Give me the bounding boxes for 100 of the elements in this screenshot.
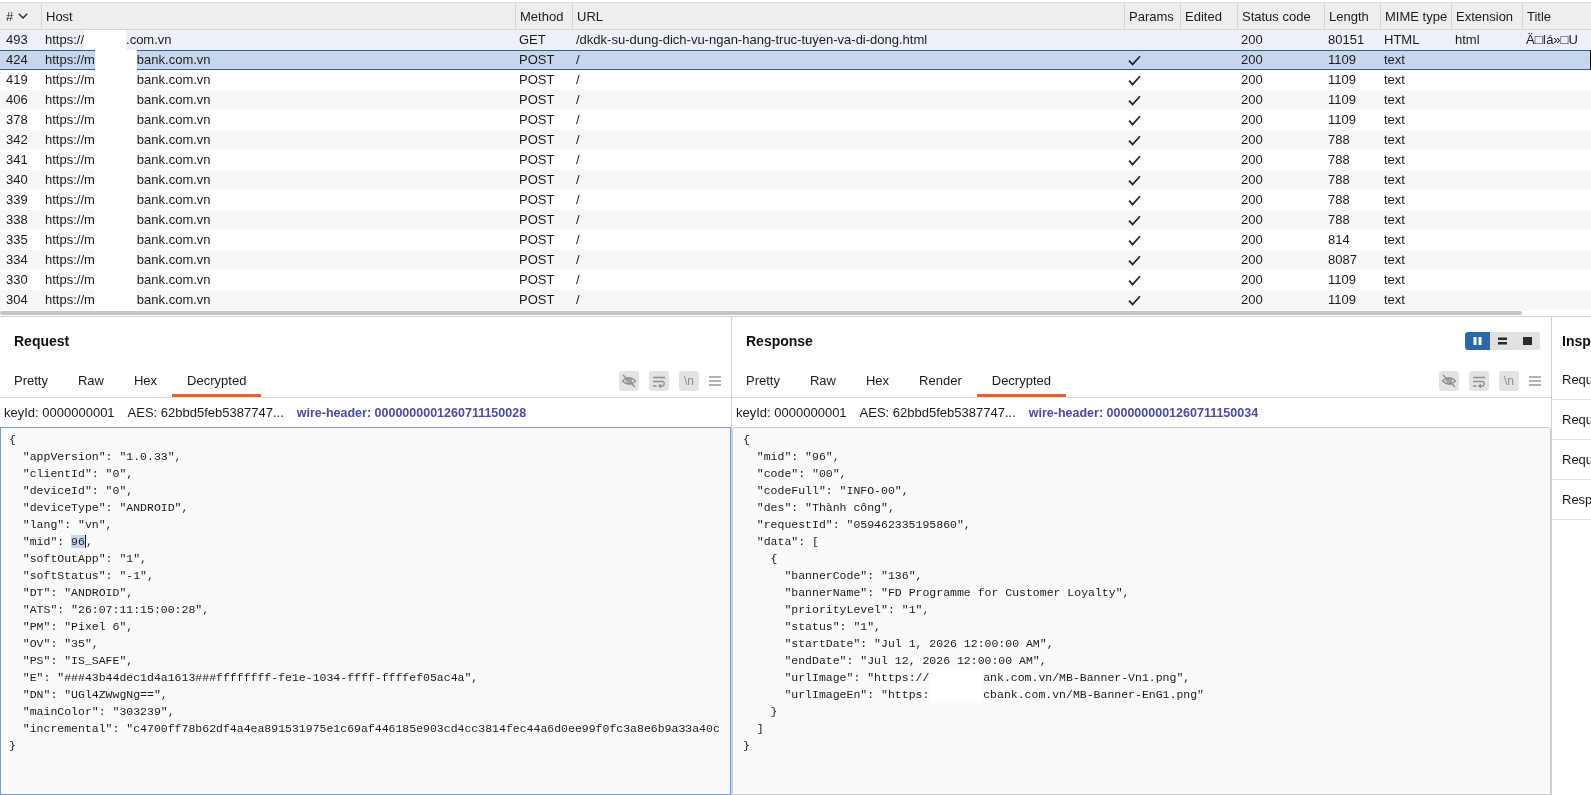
table-cell-text: 342 [5, 131, 29, 149]
code-line: "bannerName": "FD Programme for Customer Loyalty", [784, 586, 1130, 599]
code-line: "OV": "35", [22, 637, 99, 650]
code-line: "softStatus": "-1", [22, 569, 154, 582]
code-line: } [770, 705, 778, 718]
split-rows-icon[interactable] [1490, 331, 1515, 350]
tab[interactable]: Pretty [0, 364, 63, 397]
table-cell-text: GET [518, 31, 547, 49]
table-cell-text: POST [518, 211, 556, 229]
table-cell-text: text [1383, 71, 1406, 89]
eye-slash-icon[interactable] [619, 370, 639, 391]
code-line: "deviceType": "ANDROID", [22, 501, 189, 514]
menu-icon[interactable] [709, 374, 721, 387]
tab[interactable]: Raw [62, 364, 119, 397]
table-cell-text: 330 [5, 271, 29, 289]
table-cell-text: 406 [5, 91, 29, 109]
table-cell-text: / [575, 231, 581, 249]
code-line: { [770, 552, 778, 565]
table-cell-text: POST [518, 131, 556, 149]
table-row[interactable]: 342 https://m bank.com.vn POST / 200 788 text [0, 130, 1591, 150]
table-cell-text: POST [518, 271, 556, 289]
code-line: "appVersion": "1.0.33", [22, 450, 182, 463]
chevron-down-icon[interactable] [18, 13, 29, 19]
column-header[interactable]: MIME type [1385, 8, 1448, 24]
table-cell-text: 1109 [1327, 271, 1357, 289]
table-row[interactable]: 493 https:// .com.vn GET /dkdk-su-dung-dich-vu-ngan-hang-truc-tuyen-va-di-dong.html 200 80151 HTML html Ä□Iá»□U [0, 30, 1591, 50]
table-cell-text: text [1383, 271, 1406, 289]
column-header[interactable]: URL [577, 8, 603, 24]
table-row[interactable]: 406 https://m bank.com.vn POST / 200 1109 text [0, 90, 1591, 110]
code-line: } [9, 739, 16, 752]
column-header[interactable]: # [6, 8, 14, 24]
tab[interactable]: Hex [119, 364, 173, 397]
table-cell-text: 339 [5, 191, 29, 209]
tab[interactable]: Pretty [732, 364, 795, 397]
table-cell-text: 378 [5, 111, 29, 129]
wrap-icon[interactable] [649, 370, 669, 391]
code-line: "bannerCode": "136", [784, 569, 923, 582]
code-line: "des": "Thành công", [756, 501, 895, 514]
table-cell-text: POST [518, 191, 556, 209]
table-cell-text: 1109 [1327, 51, 1357, 69]
inspector-section[interactable]: Resp [1552, 480, 1591, 520]
code-line: "requestId": "059462335195860", [756, 518, 971, 531]
split-columns-icon[interactable] [1465, 331, 1490, 350]
table-cell-text: text [1383, 191, 1406, 209]
host-cell: https://m bank.com.vn [41, 130, 515, 150]
column-header[interactable]: Status code [1242, 8, 1311, 24]
table-cell-text: 200 [1240, 91, 1264, 109]
scrollbar-thumb[interactable] [0, 311, 1522, 315]
column-header[interactable]: Edited [1185, 8, 1222, 24]
tab[interactable]: Decrypted [976, 364, 1066, 397]
table-cell-text: 788 [1327, 191, 1351, 209]
code-line: { [743, 433, 750, 446]
code-line: "ATS": "26:07:11:15:00:28", [22, 603, 210, 616]
table-cell-text: 200 [1240, 131, 1264, 149]
table-cell-text: / [575, 151, 581, 169]
code-line: "code": "00", [756, 467, 847, 480]
column-header[interactable]: Title [1527, 8, 1552, 24]
table-cell-text: 200 [1240, 51, 1264, 69]
column-header[interactable]: Length [1329, 8, 1369, 24]
table-cell-text: / [575, 211, 581, 229]
column-header[interactable]: Params [1129, 8, 1174, 24]
table-row[interactable]: 424 https://m bank.com.vn POST / 200 1109 text [0, 50, 1591, 70]
table-cell-text: 1109 [1327, 111, 1357, 129]
code-line: "lang": "vn", [22, 518, 113, 531]
table-cell-text: text [1383, 291, 1406, 309]
table-cell-text: 814 [1327, 231, 1351, 249]
code-editor[interactable] [732, 427, 1551, 795]
wrap-icon[interactable] [1469, 370, 1489, 391]
table-row[interactable]: 334 https://m bank.com.vn POST / 200 8087 text [0, 250, 1591, 270]
table-cell-text: 200 [1240, 171, 1264, 189]
code-line: "endDate": "Jul 12, 2026 12:00:00 AM", [784, 654, 1047, 667]
table-cell-text: POST [518, 151, 556, 169]
table-cell-text: / [575, 91, 581, 109]
tab[interactable]: Raw [794, 364, 851, 397]
table-cell-text: 419 [5, 71, 29, 89]
column-header[interactable]: Extension [1456, 8, 1514, 24]
host-cell: https://m bank.com.vn [41, 270, 515, 290]
eye-slash-icon[interactable] [1439, 370, 1459, 391]
code-line: ] [756, 722, 764, 735]
table-row[interactable]: 340 https://m bank.com.vn POST / 200 788 text [0, 170, 1591, 190]
table-cell-text: Ä□Iá»□U [1525, 31, 1579, 49]
code-line: "urlImageEn": "https: cbank.com.vn/MB-Banner-EnG1.png" [784, 688, 1204, 701]
code-line: "clientId": "0", [22, 467, 134, 480]
column-header[interactable]: Host [46, 8, 73, 24]
table-cell-text: 335 [5, 231, 29, 249]
tab[interactable]: Hex [851, 364, 905, 397]
single-pane-icon[interactable] [1515, 331, 1540, 350]
host-cell: https://m bank.com.vn [41, 110, 515, 130]
code-editor[interactable] [0, 427, 731, 795]
table-cell-text: 788 [1327, 151, 1351, 169]
table-cell-text: POST [518, 231, 556, 249]
table-row[interactable]: 304 https://m bank.com.vn POST / 200 1109 text [0, 290, 1591, 310]
table-cell-text: 304 [5, 291, 29, 309]
menu-icon[interactable] [1529, 374, 1541, 387]
tab[interactable]: Decrypted [172, 364, 262, 397]
tab[interactable]: Render [904, 364, 977, 397]
table-cell-text: 788 [1327, 211, 1351, 229]
table-cell-text: 340 [5, 171, 29, 189]
column-header[interactable]: Method [520, 8, 564, 24]
table-row[interactable]: 338 https://m bank.com.vn POST / 200 788 text [0, 210, 1591, 230]
